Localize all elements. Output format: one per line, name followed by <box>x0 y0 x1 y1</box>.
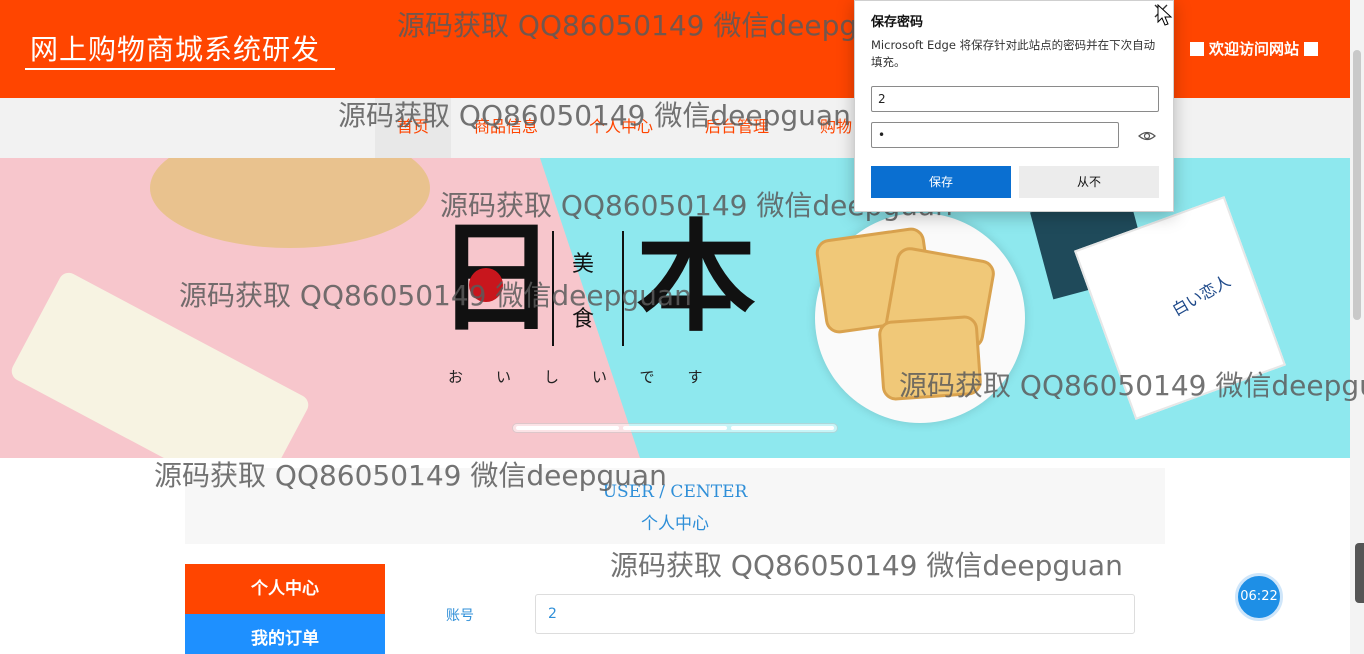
carousel-dot-1[interactable] <box>516 426 620 430</box>
never-save-button[interactable]: 从不 <box>1019 166 1159 198</box>
nav-item-products[interactable]: 商品信息 <box>474 98 538 158</box>
carousel-dot-3[interactable] <box>730 426 834 430</box>
site-title[interactable]: 网上购物商城系统研发 <box>30 28 320 68</box>
user-center-title-zh: 个人中心 <box>641 514 709 534</box>
timer-badge[interactable]: 06:22 <box>1235 573 1283 621</box>
cookie <box>877 314 983 402</box>
banner-kanji-small-bottom: 食 <box>572 307 595 332</box>
packet-label: 白い恋人 <box>1168 271 1234 320</box>
popup-description: Microsoft Edge 将保存针对此站点的密码并在下次自动填充。 <box>871 38 1156 69</box>
popup-title: 保存密码 <box>871 15 924 30</box>
welcome-area: 欢迎访问网站 <box>1190 38 1319 59</box>
banner-kanji-right: 本 <box>636 207 756 348</box>
user-center-heading: USER / CENTER 个人中心 <box>185 468 1165 544</box>
watermark: 源码获取 QQ86050149 微信deepguan <box>610 549 1123 582</box>
divider-line <box>552 231 554 346</box>
sidebar-personal-center-button[interactable]: 个人中心 <box>185 564 385 614</box>
divider-line <box>622 231 624 346</box>
save-password-button[interactable]: 保存 <box>871 166 1011 198</box>
page: 网上购物商城系统研发 欢迎访问网站 首页 商品信息 个人中心 后台管理 购物 白… <box>0 0 1364 654</box>
popup-password-field[interactable]: • <box>871 122 1119 148</box>
site-title-underline <box>25 68 335 70</box>
eye-icon[interactable] <box>1137 128 1157 144</box>
square-icon <box>1190 41 1204 56</box>
nav-item-admin[interactable]: 后台管理 <box>705 98 769 158</box>
sidebar-my-orders-button[interactable]: 我的订单 <box>185 614 385 654</box>
cursor-icon <box>1157 4 1173 26</box>
square-icon <box>1304 41 1319 56</box>
banner-kanji-small-top: 美 <box>572 252 595 277</box>
user-center-title-en: USER / CENTER <box>602 482 748 502</box>
scrollbar-thumb[interactable] <box>1353 50 1361 320</box>
red-sun-dot <box>469 268 503 302</box>
carousel-dot-2[interactable] <box>623 426 727 430</box>
nav-item-cart[interactable]: 购物 <box>820 98 852 158</box>
popup-username-field[interactable]: 2 <box>871 86 1159 112</box>
carousel-indicators <box>512 423 838 433</box>
edge-side-widget[interactable] <box>1355 543 1364 603</box>
banner-kana: おいしいです <box>448 368 736 386</box>
account-input[interactable] <box>535 594 1135 634</box>
save-password-popup: 保存密码 Microsoft Edge 将保存针对此站点的密码并在下次自动填充。… <box>854 0 1174 212</box>
nav-item-home[interactable]: 首页 <box>375 98 451 158</box>
welcome-text: 欢迎访问网站 <box>1209 40 1300 58</box>
account-label: 账号 <box>446 608 474 624</box>
nav-item-personal-center[interactable]: 个人中心 <box>589 98 653 158</box>
